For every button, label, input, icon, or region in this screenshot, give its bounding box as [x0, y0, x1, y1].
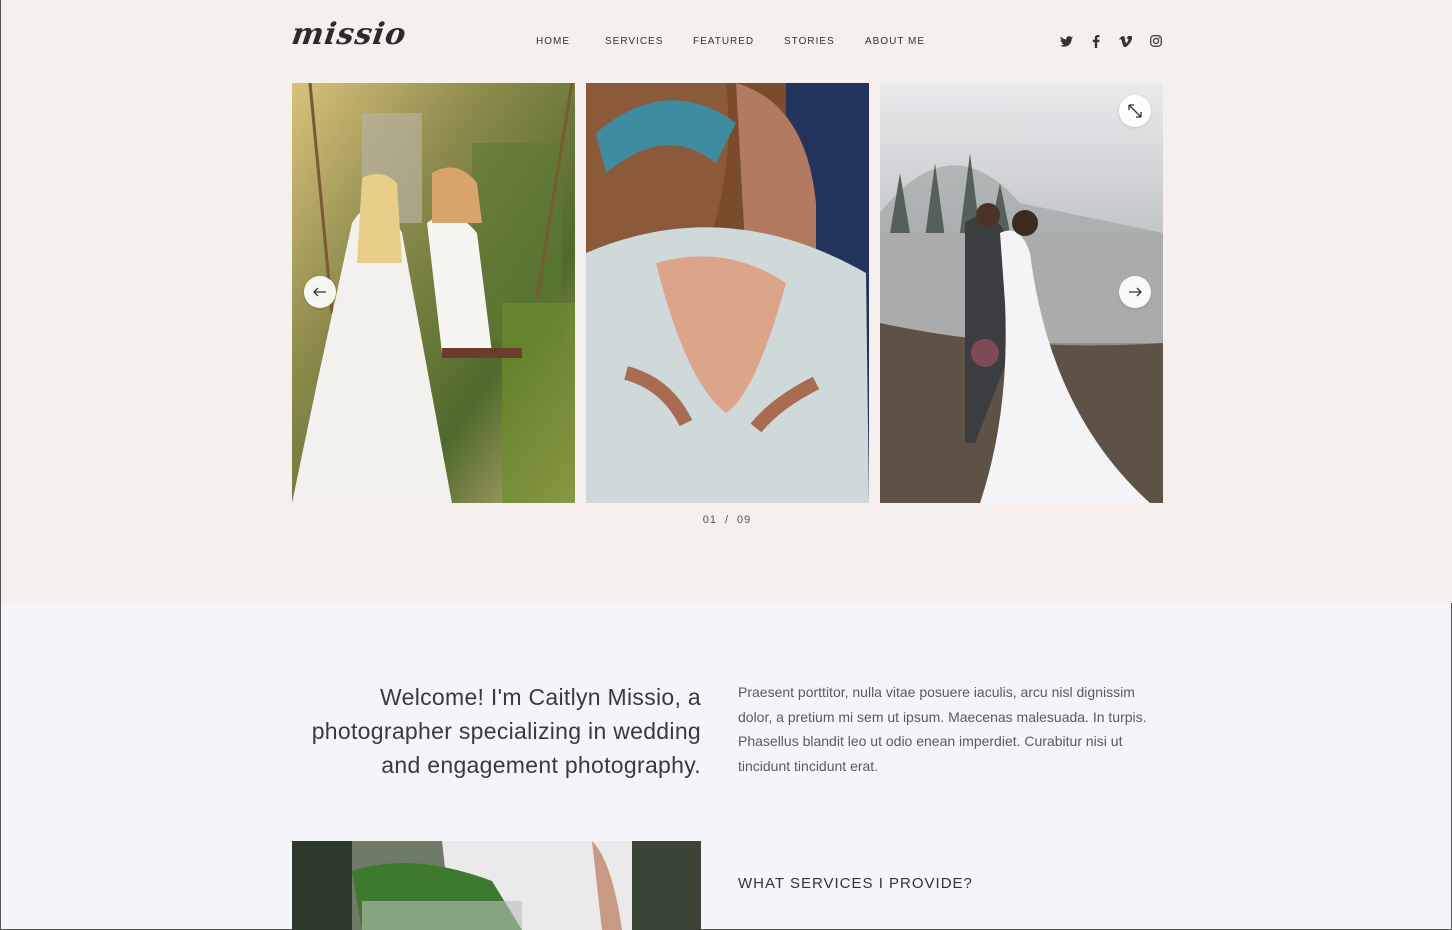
gallery-slide-lace-dress[interactable]	[586, 83, 869, 503]
gallery-slide-swing-couple[interactable]	[292, 83, 575, 503]
nav-item-home[interactable]: HOME	[536, 36, 570, 47]
main-nav: HOME SERVICES FEATURED STORIES ABOUT ME	[1, 36, 1452, 48]
nav-item-stories[interactable]: STORIES	[784, 36, 835, 47]
arrow-left-icon[interactable]	[304, 276, 336, 308]
slide-counter-total: 09	[737, 514, 752, 526]
twitter-icon[interactable]	[1058, 33, 1074, 49]
nav-item-services[interactable]: SERVICES	[605, 36, 663, 47]
nav-item-featured[interactable]: FEATURED	[693, 36, 754, 47]
about-headline: Welcome! I'm Caitlyn Missio, a photograp…	[311, 684, 701, 778]
expand-icon[interactable]	[1119, 95, 1151, 127]
services-photo	[292, 841, 701, 930]
about-body: Praesent porttitor, nulla vitae posuere …	[738, 684, 1147, 774]
vimeo-icon[interactable]	[1117, 33, 1133, 49]
slide-counter-separator: /	[724, 514, 730, 526]
slide-counter-current: 01	[702, 514, 717, 526]
arrow-right-icon[interactable]	[1119, 276, 1151, 308]
gallery-slide-lake-couple[interactable]	[880, 83, 1163, 503]
nav-item-about-me[interactable]: ABOUT ME	[865, 36, 925, 47]
services-heading: WHAT SERVICES I PROVIDE?	[738, 875, 973, 892]
instagram-icon[interactable]	[1148, 33, 1164, 49]
slide-counter: 01 / 09	[1, 514, 1452, 526]
facebook-icon[interactable]	[1088, 33, 1104, 49]
